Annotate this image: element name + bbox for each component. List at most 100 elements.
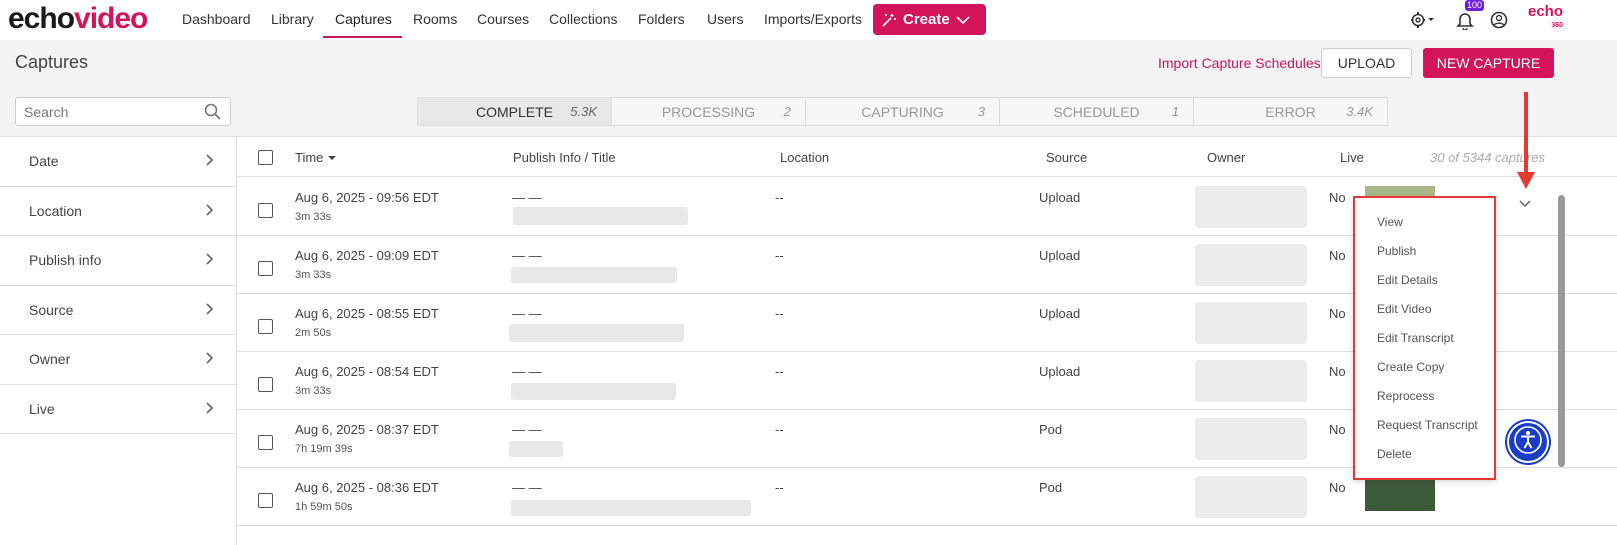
sidebar-item-location[interactable]: Location — [0, 187, 236, 236]
row-checkbox[interactable] — [258, 435, 273, 450]
scrollbar-thumb[interactable] — [1558, 195, 1565, 467]
chevron-down-icon — [956, 15, 970, 25]
sidebar-item-publish-info[interactable]: Publish info — [0, 236, 236, 286]
row-checkbox[interactable] — [258, 319, 273, 334]
column-header-label: Time — [295, 150, 324, 165]
notification-count-badge: 100 — [1465, 0, 1485, 11]
echovideo-logo[interactable]: echovideo — [8, 2, 148, 36]
capture-location: -- — [775, 364, 784, 379]
brand-mark-sub: 360 — [1551, 22, 1564, 29]
menu-item-edit-video[interactable]: Edit Video — [1377, 302, 1432, 316]
tab-label: SCHEDULED — [1053, 103, 1140, 120]
table-scrollbar[interactable] — [1556, 185, 1566, 475]
publish-info: — — — [512, 364, 542, 379]
create-button[interactable]: Create — [873, 4, 986, 35]
sort-desc-icon — [327, 150, 337, 165]
menu-item-view[interactable]: View — [1377, 215, 1403, 229]
live-status: No — [1329, 248, 1346, 263]
column-header-time[interactable]: Time — [295, 150, 337, 165]
capture-location: -- — [775, 480, 784, 495]
user-account-icon[interactable] — [1489, 10, 1509, 30]
new-capture-button[interactable]: NEW CAPTURE — [1423, 48, 1554, 78]
capture-source: Upload — [1039, 190, 1081, 205]
sidebar-item-source[interactable]: Source — [0, 286, 236, 335]
column-header-live: Live — [1340, 150, 1364, 165]
row-checkbox[interactable] — [258, 493, 273, 508]
menu-item-publish[interactable]: Publish — [1377, 244, 1416, 258]
sidebar-item-label: Location — [29, 202, 82, 219]
nav-library[interactable]: Library — [271, 11, 314, 27]
redacted-title — [509, 324, 684, 342]
nav-rooms[interactable]: Rooms — [413, 11, 457, 27]
page-title: Captures — [15, 52, 89, 72]
tab-capturing[interactable]: CAPTURING 3 — [806, 98, 1000, 125]
brand-mark-text: echo — [1528, 3, 1564, 20]
nav-folders[interactable]: Folders — [638, 11, 685, 27]
magic-wand-icon — [881, 12, 897, 28]
publish-info: — — — [512, 248, 542, 263]
row-actions-chevron-icon[interactable] — [1517, 197, 1533, 215]
redacted-owner — [1195, 186, 1307, 228]
capture-location: -- — [775, 248, 784, 263]
row-checkbox[interactable] — [258, 377, 273, 392]
select-all-checkbox[interactable] — [258, 150, 273, 165]
chevron-right-icon — [206, 203, 214, 219]
search-input[interactable] — [16, 98, 196, 125]
tab-label: CAPTURING — [861, 103, 944, 120]
sidebar-item-owner[interactable]: Owner — [0, 335, 236, 385]
menu-item-request-transcript[interactable]: Request Transcript — [1377, 418, 1478, 432]
capture-duration: 3m 33s — [295, 385, 332, 397]
nav-dashboard[interactable]: Dashboard — [182, 11, 251, 27]
capture-source: Upload — [1039, 306, 1081, 321]
menu-item-edit-transcript[interactable]: Edit Transcript — [1377, 331, 1454, 345]
tab-processing[interactable]: PROCESSING 2 — [612, 98, 806, 125]
tab-label: ERROR — [1265, 103, 1316, 120]
sidebar-item-label: Owner — [29, 351, 71, 368]
capture-thumbnail[interactable] — [1365, 186, 1435, 196]
accessibility-button[interactable] — [1507, 421, 1549, 463]
tab-count: 5.3K — [570, 104, 597, 119]
nav-users[interactable]: Users — [707, 11, 744, 27]
sidebar-item-date[interactable]: Date — [0, 137, 236, 187]
active-nav-underline — [323, 36, 402, 38]
nav-captures[interactable]: Captures — [335, 11, 392, 27]
menu-item-edit-details[interactable]: Edit Details — [1377, 273, 1438, 287]
capture-location: -- — [775, 422, 784, 437]
tab-error[interactable]: ERROR 3.4K — [1194, 98, 1387, 125]
capture-actions-menu: View Publish Edit Details Edit Video Edi… — [1353, 196, 1496, 480]
menu-item-delete[interactable]: Delete — [1377, 447, 1412, 461]
echo360-brand-mark: echo 360 — [1528, 3, 1564, 33]
nav-courses[interactable]: Courses — [477, 11, 529, 27]
tab-label: COMPLETE — [475, 103, 553, 120]
tab-scheduled[interactable]: SCHEDULED 1 — [1000, 98, 1194, 125]
chevron-right-icon — [206, 302, 214, 318]
logo-text-video: video — [74, 2, 148, 35]
menu-item-reprocess[interactable]: Reprocess — [1377, 389, 1434, 403]
sidebar-item-label: Source — [29, 301, 74, 318]
upload-button[interactable]: UPLOAD — [1321, 48, 1412, 78]
nav-collections[interactable]: Collections — [549, 11, 617, 27]
redacted-owner — [1195, 476, 1307, 518]
live-status: No — [1329, 480, 1346, 495]
sidebar-item-label: Publish info — [29, 252, 102, 269]
nav-imports-exports[interactable]: Imports/Exports — [764, 11, 862, 27]
sidebar-item-live[interactable]: Live — [0, 385, 236, 434]
capture-time: Aug 6, 2025 - 08:55 EDT — [295, 306, 439, 321]
publish-info: — — — [512, 480, 542, 495]
search-icon[interactable] — [204, 103, 222, 126]
settings-gear-icon[interactable] — [1410, 10, 1434, 30]
notification-bell-icon[interactable] — [1456, 10, 1476, 31]
tab-count: 3.4K — [1346, 104, 1373, 119]
capture-source: Upload — [1039, 364, 1081, 379]
capture-time: Aug 6, 2025 - 09:56 EDT — [295, 190, 439, 205]
publish-info: — — — [512, 422, 542, 437]
column-header-location: Location — [780, 150, 830, 165]
row-checkbox[interactable] — [258, 203, 273, 218]
capture-source: Pod — [1039, 480, 1063, 495]
menu-item-create-copy[interactable]: Create Copy — [1377, 360, 1444, 374]
tab-label: PROCESSING — [661, 103, 756, 120]
redacted-title — [513, 207, 688, 225]
row-checkbox[interactable] — [258, 261, 273, 276]
tab-complete[interactable]: COMPLETE 5.3K — [418, 98, 612, 125]
import-capture-schedules-link[interactable]: Import Capture Schedules — [1158, 55, 1321, 71]
